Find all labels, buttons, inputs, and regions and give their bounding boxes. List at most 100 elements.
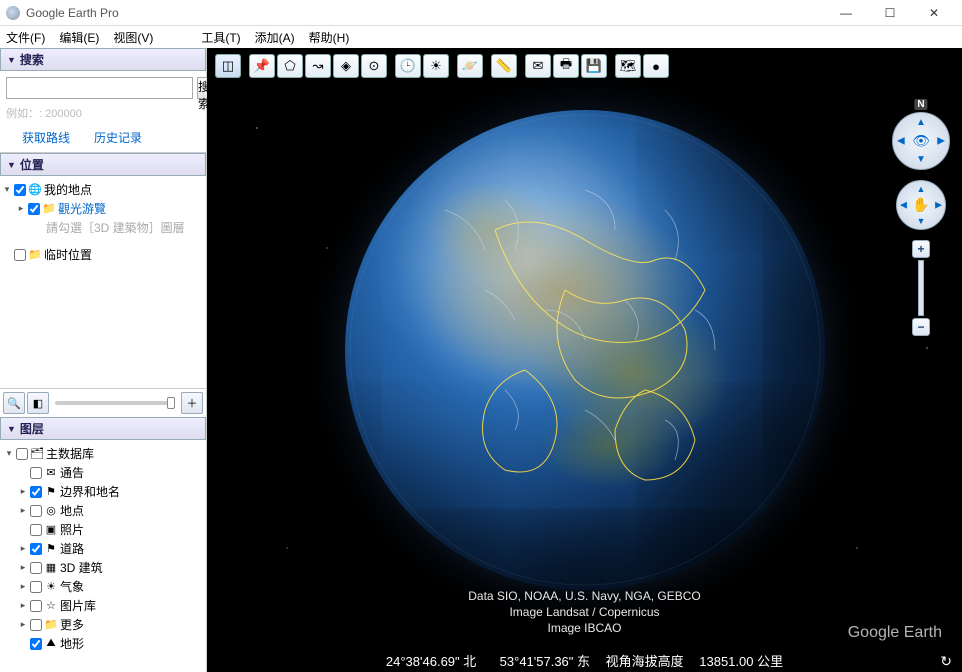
menu-tools[interactable]: 工具(T) <box>201 29 240 46</box>
gallery-icon: ☆ <box>44 599 58 613</box>
photo-icon: ▣ <box>44 523 58 537</box>
zoom-slider[interactable] <box>918 260 924 316</box>
search-input[interactable] <box>6 77 193 99</box>
record-button[interactable]: ⊙ <box>361 54 387 78</box>
search-hint: 例如：: 200000 <box>6 105 200 121</box>
app-icon <box>6 6 20 20</box>
pan-down-icon[interactable]: ▼ <box>917 216 926 226</box>
menu-file[interactable]: 文件(F) <box>6 29 45 46</box>
search-panel-header[interactable]: ▼搜索 <box>0 48 206 71</box>
more-icon: 📁 <box>44 618 58 632</box>
places-temp[interactable]: 📁临时位置 <box>2 245 204 264</box>
road-icon: ⚑ <box>44 542 58 556</box>
look-up-icon[interactable]: ▲ <box>916 117 926 128</box>
pan-left-icon[interactable]: ◀ <box>900 200 907 211</box>
weather-icon: ☀ <box>44 580 58 594</box>
places-sightseeing-hint: 請勾選［3D 建築物］圖層 <box>2 218 204 237</box>
place-icon: ◎ <box>44 504 58 518</box>
save-image-button[interactable]: 💾 <box>581 54 607 78</box>
pan-right-icon[interactable]: ▶ <box>935 200 942 211</box>
nav-controls: N 👁 ▲ ▼ ◀ ▶ ✋ ▲ ▼ ◀ ▶ + − <box>892 112 950 336</box>
minimize-button[interactable]: — <box>824 3 868 23</box>
pan-control[interactable]: ✋ ▲ ▼ ◀ ▶ <box>896 180 946 230</box>
maximize-button[interactable]: ☐ <box>868 3 912 23</box>
menu-add[interactable]: 添加(A) <box>255 29 295 46</box>
layer-item[interactable]: ▸☆图片库 <box>16 596 204 615</box>
close-button[interactable]: ✕ <box>912 3 956 23</box>
get-route-link[interactable]: 获取路线 <box>22 129 70 146</box>
status-alt-label: 视角海拔高度 <box>606 654 684 669</box>
look-right-icon[interactable]: ▶ <box>937 136 945 147</box>
history-button[interactable]: 🕒 <box>395 54 421 78</box>
status-lat: 24°38'46.69" 北 <box>386 654 476 669</box>
places-myplaces[interactable]: ▾🌐我的地点 <box>2 180 204 199</box>
layer-item[interactable]: ▸☀气象 <box>16 577 204 596</box>
look-left-icon[interactable]: ◀ <box>897 136 905 147</box>
zoom-control: + − <box>911 240 931 336</box>
folder-icon: 📁 <box>28 248 42 262</box>
layer-item[interactable]: ▸⚑道路 <box>16 539 204 558</box>
map-toolbar: ◫ 📌 ⬠ ↝ ◈ ⊙ 🕒 ☀ 🪐 📏 ✉ 🖶 💾 <box>213 52 671 80</box>
email-button[interactable]: ✉ <box>525 54 551 78</box>
look-down-icon[interactable]: ▼ <box>916 154 926 165</box>
path-button[interactable]: ↝ <box>305 54 331 78</box>
zoom-in-button[interactable]: + <box>912 240 930 258</box>
opacity-slider[interactable] <box>55 401 175 405</box>
layer-item[interactable]: ▸▦3D 建筑 <box>16 558 204 577</box>
sunlight-button[interactable]: ☀ <box>423 54 449 78</box>
search-panel: 搜索 例如：: 200000 获取路线 历史记录 <box>0 71 206 153</box>
country-borders <box>345 110 825 590</box>
sphere-button[interactable]: ● <box>643 54 669 78</box>
places-sightseeing[interactable]: ▸📁觀光游覽 <box>16 199 204 218</box>
layers-panel-header[interactable]: ▼图层 <box>0 417 206 440</box>
north-indicator[interactable]: N <box>914 99 927 110</box>
database-icon: 🗂 <box>30 447 44 461</box>
window-title: Google Earth Pro <box>26 6 824 20</box>
layer-primary-db[interactable]: ▾🗂主数据库 <box>2 444 204 463</box>
flag-icon: ⚑ <box>44 485 58 499</box>
look-compass[interactable]: N 👁 ▲ ▼ ◀ ▶ <box>892 112 950 170</box>
places-tree: ▾🌐我的地点 ▸📁觀光游覽 請勾選［3D 建築物］圖層 📁临时位置 <box>0 176 206 268</box>
status-lon: 53°41'57.36" 东 <box>500 654 590 669</box>
menu-edit[interactable]: 编辑(E) <box>59 29 99 46</box>
eye-icon: 👁 <box>912 133 930 150</box>
zoom-out-button[interactable]: − <box>912 318 930 336</box>
history-link[interactable]: 历史记录 <box>94 129 142 146</box>
layer-item[interactable]: ▣照片 <box>16 520 204 539</box>
placemark-button[interactable]: 📌 <box>249 54 275 78</box>
announce-icon: ✉ <box>44 466 58 480</box>
pan-up-icon[interactable]: ▲ <box>917 184 926 194</box>
view-maps-button[interactable]: 🗺 <box>615 54 641 78</box>
ruler-button[interactable]: 📏 <box>491 54 517 78</box>
hide-sidebar-button[interactable]: ◫ <box>215 54 241 78</box>
layers-tree: ▾🗂主数据库 ✉通告 ▸⚑边界和地名 ▸◎地点 ▣照片 ▸⚑道路 ▸▦3D 建筑… <box>0 440 206 672</box>
status-alt-value: 13851.00 公里 <box>699 654 783 669</box>
building-icon: ▦ <box>44 561 58 575</box>
places-pane-icon[interactable]: ◧ <box>27 392 49 414</box>
hand-icon: ✋ <box>912 197 929 214</box>
layer-item[interactable]: ▸⚑边界和地名 <box>16 482 204 501</box>
places-toolbar: 🔍 ◧ ＋ <box>0 388 206 417</box>
polygon-button[interactable]: ⬠ <box>277 54 303 78</box>
reset-view-icon[interactable]: ↻ <box>940 653 952 670</box>
print-button[interactable]: 🖶 <box>553 54 579 78</box>
layer-item[interactable]: ▸◎地点 <box>16 501 204 520</box>
places-panel-header[interactable]: ▼位置 <box>0 153 206 176</box>
earth-globe[interactable] <box>345 110 825 590</box>
titlebar: Google Earth Pro — ☐ ✕ <box>0 0 962 26</box>
map-viewport[interactable]: ◫ 📌 ⬠ ↝ ◈ ⊙ 🕒 ☀ 🪐 📏 ✉ 🖶 💾 <box>207 48 962 672</box>
places-add-icon[interactable]: ＋ <box>181 392 203 414</box>
layer-item[interactable]: ▸📁更多 <box>16 615 204 634</box>
menu-view[interactable]: 视图(V) <box>113 29 153 46</box>
menubar: 文件(F) 编辑(E) 视图(V) 工具(T) 添加(A) 帮助(H) <box>0 26 962 48</box>
layer-item[interactable]: ⛰地形 <box>16 634 204 653</box>
folder-icon: 📁 <box>42 202 56 216</box>
statusbar: 24°38'46.69" 北 53°41'57.36" 东 视角海拔高度 138… <box>207 651 962 670</box>
watermark: Google Earth <box>848 624 942 642</box>
places-search-icon[interactable]: 🔍 <box>3 392 25 414</box>
overlay-button[interactable]: ◈ <box>333 54 359 78</box>
menu-help[interactable]: 帮助(H) <box>309 29 350 46</box>
sidebar: ▼搜索 搜索 例如：: 200000 获取路线 历史记录 ▼位置 ▾🌐我的地点 … <box>0 48 207 672</box>
planet-button[interactable]: 🪐 <box>457 54 483 78</box>
layer-item[interactable]: ✉通告 <box>16 463 204 482</box>
